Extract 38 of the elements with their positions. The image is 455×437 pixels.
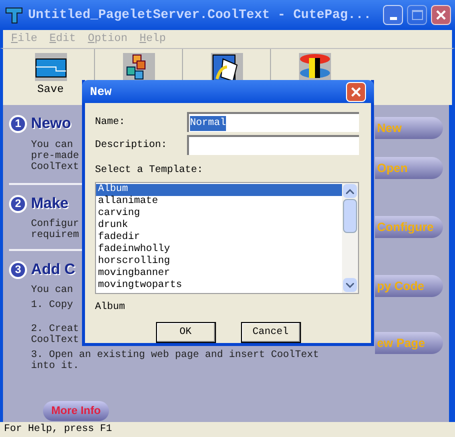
step-number: 3 [9,260,27,279]
template-item[interactable]: fadedir [96,232,342,244]
selected-template-text: Album [95,300,126,314]
name-field[interactable]: Normal [187,112,359,132]
step-text: 3. Open an existing web page and insert CoolText [31,350,320,362]
description-label: Description: [95,138,168,152]
status-text: For Help, press F1 [4,422,112,437]
window-title: Untitled_PageletServer.CoolText - CutePag... [28,6,372,24]
step-text: CoolText [31,162,80,172]
template-item[interactable]: carving [96,208,342,220]
step-number: 2 [9,194,27,213]
step-text: 2. Creat [31,324,80,336]
dialog-title: New [90,84,112,100]
step-text: into it. [31,361,80,372]
step-text: You can [31,285,74,296]
step-text: You can [31,140,74,150]
template-item[interactable]: horscrolling [96,256,342,268]
toolbar-label[interactable]: Save [37,82,64,98]
step-text: CoolText [31,335,80,346]
step-number: 1 [9,115,27,134]
template-item[interactable]: fadeinwholly [96,244,342,256]
dialog-button[interactable]: Cancel [240,322,300,343]
step-text: pre-made [31,150,80,162]
step-text: 1. Copy [31,300,74,312]
name-value: Normal [190,116,226,130]
step-heading: Make [31,194,69,214]
step-heading: Add C [31,260,76,280]
step-heading: Newo [31,114,72,134]
template-item[interactable]: allanimate [96,196,342,208]
template-item[interactable]: movingbanner [96,268,342,280]
template-item[interactable]: Album [96,184,342,196]
template-item[interactable]: movingtwoparts [96,280,342,292]
name-label: Name: [95,116,126,130]
step-text: requirem [31,230,80,242]
step-text: Configur [31,219,80,230]
template-item[interactable]: drunk [96,220,342,232]
template-label: Select a Template: [95,164,204,178]
dialog-button[interactable]: OK [156,322,216,343]
